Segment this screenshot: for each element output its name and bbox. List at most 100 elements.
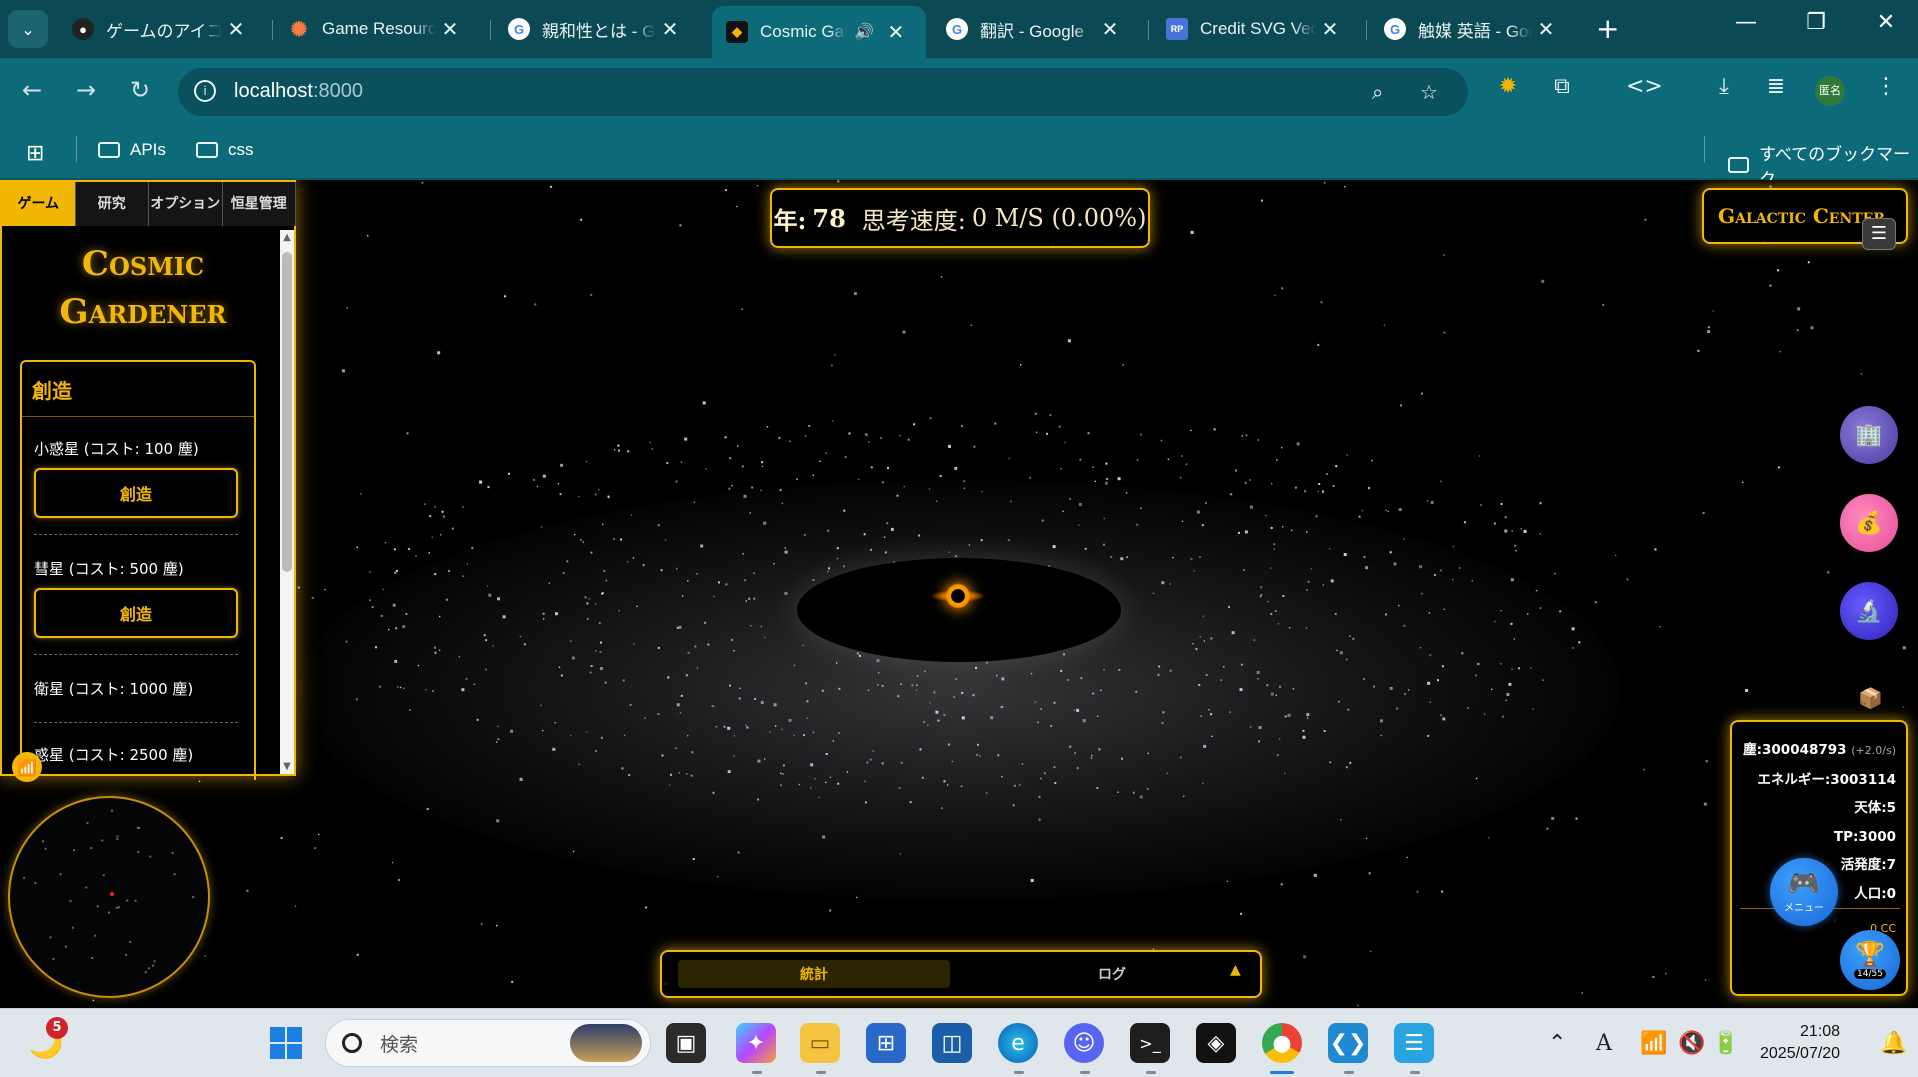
bookmark-folder-apis[interactable]: APIs	[98, 140, 166, 160]
running-indicator	[752, 1071, 762, 1074]
reload-button[interactable]: ↻	[124, 76, 156, 104]
terminal-icon[interactable]: >_	[1130, 1023, 1170, 1063]
edge-icon[interactable]: e	[998, 1023, 1038, 1063]
minimize-button[interactable]: —	[1726, 10, 1766, 35]
close-icon[interactable]: ✕	[1316, 17, 1344, 42]
tab-separator	[1148, 20, 1149, 40]
central-star[interactable]	[945, 583, 971, 609]
ime-indicator[interactable]: A	[1596, 1031, 1612, 1056]
scroll-thumb[interactable]	[282, 252, 292, 572]
new-tab-button[interactable]: +	[1596, 12, 1619, 45]
game-viewport[interactable]: 年: 78 思考速度: 0 M/S (0.00%) Galactic Cente…	[0, 180, 1918, 1008]
running-indicator	[1410, 1071, 1420, 1074]
wifi-icon[interactable]: 📶	[1640, 1031, 1667, 1056]
scroll-up-icon[interactable]: ▲	[280, 232, 294, 243]
speaker-icon[interactable]: 🔊	[854, 22, 874, 42]
remote-desktop-icon[interactable]: ◫	[932, 1023, 972, 1063]
folder-icon	[1728, 157, 1750, 173]
tab-cosmic-gardener[interactable]: ◆ Cosmic Gardener 🔊 ✕	[712, 6, 926, 58]
minimap[interactable]	[8, 796, 210, 998]
dust-rate: (+2.0/s)	[1851, 744, 1896, 757]
incognito-avatar[interactable]: 匿名	[1815, 76, 1845, 106]
bookmarks-bar: ⊞ APIs css すべてのブックマーク	[0, 126, 1918, 189]
copilot-icon[interactable]: ✦	[736, 1023, 776, 1063]
year-value: 78	[812, 203, 846, 233]
buildings-fab[interactable]: 🏢	[1840, 406, 1898, 464]
tab-game-resources[interactable]: ✺ Game Resources ✕	[274, 8, 474, 50]
trophy-icon: 🏆	[1855, 939, 1885, 968]
extensions-puzzle-icon[interactable]: ⧉	[1544, 74, 1580, 99]
back-button[interactable]: ←	[16, 76, 48, 104]
windows-start-icon[interactable]	[266, 1023, 306, 1063]
chrome-icon[interactable]: ●	[1262, 1023, 1302, 1063]
tab-catalyst-english[interactable]: G 触媒 英語 - Google ✕	[1370, 8, 1570, 50]
tab-log[interactable]: ログ	[1012, 960, 1212, 988]
tab-game-icons[interactable]: ● ゲームのアイコン ✕	[58, 8, 260, 50]
tab-research[interactable]: 研究	[75, 182, 149, 226]
vscode-icon[interactable]: ❮❯	[1328, 1023, 1368, 1063]
notifications-bell-icon[interactable]: 🔔	[1880, 1031, 1907, 1056]
media-control-icon[interactable]: ≣	[1758, 74, 1794, 99]
forward-button[interactable]: →	[70, 76, 102, 104]
resources-fab[interactable]: 💰	[1840, 494, 1898, 552]
window-close-button[interactable]: ✕	[1866, 10, 1906, 35]
extension-sun-icon[interactable]: ✹	[1490, 74, 1526, 99]
tab-translate[interactable]: G 翻訳 - Google ✕	[932, 8, 1134, 50]
stats-chart-icon[interactable]: 📶	[12, 752, 42, 782]
tab-game[interactable]: ゲーム	[2, 182, 76, 226]
bookmark-separator	[76, 136, 77, 162]
tab-options[interactable]: オプション	[149, 182, 223, 226]
info-icon[interactable]: i	[194, 80, 216, 102]
tab-credit-svg[interactable]: RP Credit SVG Vector ✕	[1152, 8, 1354, 50]
github-icon: ●	[72, 18, 94, 40]
close-icon[interactable]: ✕	[882, 20, 910, 45]
volume-muted-icon[interactable]: 🔇	[1678, 1031, 1705, 1056]
panel-scrollbar[interactable]: ▲ ▼	[280, 230, 294, 774]
url-text[interactable]: localhost:8000	[234, 80, 363, 103]
expand-toggle-icon[interactable]: ▲	[1230, 962, 1241, 978]
notepad-icon[interactable]: ☰	[1394, 1023, 1434, 1063]
gamepad-icon: 🎮	[1787, 868, 1821, 899]
system-clock[interactable]: 21:08 2025/07/20	[1760, 1021, 1840, 1065]
divider	[34, 722, 238, 723]
apps-grid-icon[interactable]: ⊞	[26, 140, 44, 166]
close-icon[interactable]: ✕	[222, 17, 250, 42]
steam-icon[interactable]: ◈	[1196, 1023, 1236, 1063]
package-icon[interactable]: 📦	[1858, 686, 1883, 710]
create-asteroid-button[interactable]: 創造	[34, 468, 238, 518]
creation-section: 創造 小惑星 (コスト: 100 塵) 創造 彗星 (コスト: 500 塵) 創…	[20, 360, 256, 780]
file-explorer-icon[interactable]: ▭	[800, 1023, 840, 1063]
download-icon[interactable]: ⤓	[1706, 74, 1742, 99]
research-fab[interactable]: 🔬	[1840, 582, 1898, 640]
tab-star-management[interactable]: 恒星管理	[222, 182, 296, 226]
zoom-icon[interactable]: ⌕	[1372, 80, 1383, 104]
bookmark-folder-css[interactable]: css	[196, 140, 254, 160]
kebab-menu-icon[interactable]: ⋮	[1868, 74, 1904, 99]
menu-button[interactable]: 🎮 メニュー	[1770, 858, 1838, 926]
achievements-button[interactable]: 🏆 14/55	[1840, 930, 1900, 990]
chevron-up-icon[interactable]: ⌃	[1548, 1031, 1566, 1056]
hamburger-menu-icon[interactable]: ☰	[1862, 218, 1896, 250]
task-view-icon[interactable]: ▣	[666, 1023, 706, 1063]
store-icon[interactable]: ⊞	[866, 1023, 906, 1063]
star-icon[interactable]: ☆	[1420, 80, 1438, 104]
battery-icon[interactable]: 🔋	[1712, 1031, 1739, 1056]
taskbar-search[interactable]: 検索	[325, 1019, 651, 1067]
tab-stats[interactable]: 統計	[678, 960, 950, 988]
close-icon[interactable]: ✕	[436, 17, 464, 42]
tab-affinity-search[interactable]: G 親和性とは - Google ✕	[494, 8, 694, 50]
scroll-down-icon[interactable]: ▼	[280, 761, 294, 772]
close-icon[interactable]: ✕	[1096, 17, 1124, 42]
close-icon[interactable]: ✕	[656, 17, 684, 42]
create-comet-button[interactable]: 創造	[34, 588, 238, 638]
tab-search-button[interactable]: ⌄	[8, 10, 48, 48]
restore-button[interactable]: ❐	[1796, 10, 1836, 35]
close-icon[interactable]: ✕	[1532, 17, 1560, 42]
running-indicator	[1146, 1071, 1156, 1074]
address-bar[interactable]: i localhost:8000 ⌕ ☆	[178, 68, 1468, 116]
taskbar: 🌙 5 検索 ▣ ✦ ▭ ⊞ ◫ e ☺ >_ ◈ ● ❮❯ ☰ ⌃ A 📶 🔇…	[0, 1008, 1918, 1077]
section-title[interactable]: 創造	[22, 362, 254, 417]
discord-icon[interactable]: ☺	[1064, 1023, 1104, 1063]
browser-toolbar: ← → ↻ i localhost:8000 ⌕ ☆ ✹ ⧉ <> ⤓ ≣ 匿名…	[0, 58, 1918, 126]
devtools-code-icon[interactable]: <>	[1626, 74, 1663, 99]
